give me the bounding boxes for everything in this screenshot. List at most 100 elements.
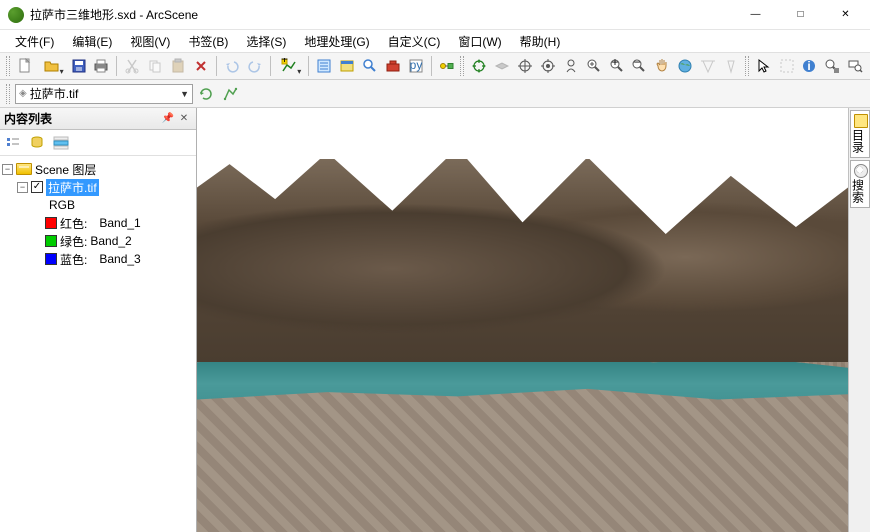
find-button[interactable]	[821, 55, 843, 77]
menu-window[interactable]: 窗口(W)	[449, 31, 510, 52]
print-button[interactable]	[91, 55, 113, 77]
menu-view[interactable]: 视图(V)	[121, 31, 179, 52]
separator	[116, 56, 117, 76]
toolbar-grip[interactable]	[745, 56, 749, 76]
select-features-button[interactable]	[753, 55, 775, 77]
layer-node[interactable]: − ✓ 拉萨市.tif	[2, 178, 194, 196]
paste-button[interactable]	[167, 55, 189, 77]
rgb-node: RGB	[2, 196, 194, 214]
undo-button[interactable]	[221, 55, 243, 77]
green-swatch-icon	[45, 235, 57, 247]
toolbox-button[interactable]	[382, 55, 404, 77]
band-row: 蓝色: Band_3	[2, 250, 194, 268]
toolbar-grip[interactable]	[6, 56, 10, 76]
toc-panel: 内容列表 📌 ✕ − Scene 图层 − ✓ 拉萨市.tif RGB	[0, 108, 197, 532]
band-name: Band_2	[90, 234, 131, 248]
scene-layers-label: Scene 图层	[35, 161, 96, 178]
cut-button[interactable]	[121, 55, 143, 77]
toc-list-by-drawing-button[interactable]	[4, 134, 22, 152]
layer-name-label[interactable]: 拉萨市.tif	[46, 179, 99, 196]
navigate-button[interactable]	[468, 55, 490, 77]
identify-button[interactable]: i	[798, 55, 820, 77]
zoom-in-button[interactable]: +	[606, 55, 628, 77]
toc-close-button[interactable]: ✕	[176, 111, 192, 127]
find-features-button[interactable]	[844, 55, 866, 77]
menu-bookmark[interactable]: 书签(B)	[179, 31, 237, 52]
set-observer-button[interactable]	[560, 55, 582, 77]
layer-selector-text: 拉萨市.tif	[30, 85, 180, 102]
maximize-button[interactable]: □	[778, 1, 823, 29]
toc-button[interactable]	[313, 55, 335, 77]
toc-list-by-selection-button[interactable]	[52, 134, 70, 152]
svg-text:i: i	[808, 59, 811, 73]
zoom-out-button[interactable]: −	[628, 55, 650, 77]
catalog-tab[interactable]: 目录	[850, 110, 870, 158]
rgb-label: RGB	[49, 198, 75, 212]
separator	[216, 56, 217, 76]
add-data-button[interactable]: +	[275, 55, 305, 77]
band-name: Band_1	[99, 216, 140, 230]
scene-viewport[interactable]	[197, 108, 848, 532]
right-rail: 目录 搜索	[848, 108, 870, 532]
python-window-button[interactable]: py	[405, 55, 427, 77]
new-document-button[interactable]	[14, 55, 36, 77]
menu-geoprocessing[interactable]: 地理处理(G)	[295, 31, 378, 52]
scene-layers-node[interactable]: − Scene 图层	[2, 160, 194, 178]
close-button[interactable]: ✕	[823, 1, 868, 29]
menu-bar: 文件(F) 编辑(E) 视图(V) 书签(B) 选择(S) 地理处理(G) 自定…	[0, 30, 870, 52]
band-label: 绿色:	[60, 233, 87, 250]
layer-selector[interactable]: ◈ 拉萨市.tif ▼	[15, 84, 193, 104]
app-icon	[8, 7, 24, 23]
narrow-fov-button[interactable]	[720, 55, 742, 77]
band-label: 红色:	[60, 215, 87, 232]
toc-pin-button[interactable]: 📌	[160, 111, 176, 127]
toc-list-by-source-button[interactable]	[28, 134, 46, 152]
refresh-layers-button[interactable]	[195, 83, 217, 105]
catalog-window-button[interactable]	[336, 55, 358, 77]
clear-selection-button[interactable]	[776, 55, 798, 77]
minimize-button[interactable]: —	[733, 1, 778, 29]
collapse-icon[interactable]: −	[17, 182, 28, 193]
zoom-to-target-button[interactable]	[537, 55, 559, 77]
fly-button[interactable]	[491, 55, 513, 77]
open-attribute-table-button[interactable]	[219, 83, 241, 105]
main-toolbar: + py + − i	[0, 52, 870, 80]
pan-button[interactable]	[651, 55, 673, 77]
layer-visibility-checkbox[interactable]: ✓	[31, 181, 43, 193]
center-on-target-button[interactable]	[514, 55, 536, 77]
toolbar-grip[interactable]	[460, 56, 464, 76]
redo-button[interactable]	[244, 55, 266, 77]
menu-help[interactable]: 帮助(H)	[511, 31, 570, 52]
expand-fov-button[interactable]	[697, 55, 719, 77]
layer-diamond-icon: ◈	[19, 88, 27, 99]
svg-text:+: +	[611, 58, 618, 69]
collapse-icon[interactable]: −	[2, 164, 13, 175]
zoom-in-out-button[interactable]	[583, 55, 605, 77]
workspace: 内容列表 📌 ✕ − Scene 图层 − ✓ 拉萨市.tif RGB	[0, 108, 870, 532]
full-extent-button[interactable]	[674, 55, 696, 77]
toc-tree: − Scene 图层 − ✓ 拉萨市.tif RGB 红色: Band_1	[0, 156, 196, 532]
terrain-render	[197, 108, 848, 532]
copy-button[interactable]	[144, 55, 166, 77]
band-row: 绿色: Band_2	[2, 232, 194, 250]
band-row: 红色: Band_1	[2, 214, 194, 232]
title-bar: 拉萨市三维地形.sxd - ArcScene — □ ✕	[0, 0, 870, 30]
menu-file[interactable]: 文件(F)	[6, 31, 63, 52]
model-builder-button[interactable]	[436, 55, 458, 77]
band-label: 蓝色:	[60, 251, 87, 268]
scene-icon	[16, 163, 32, 175]
delete-button[interactable]	[190, 55, 212, 77]
svg-text:−: −	[634, 58, 641, 69]
svg-text:py: py	[409, 58, 422, 72]
red-swatch-icon	[45, 217, 57, 229]
search-tab[interactable]: 搜索	[850, 160, 870, 208]
menu-edit[interactable]: 编辑(E)	[63, 31, 121, 52]
search-window-button[interactable]	[359, 55, 381, 77]
menu-customize[interactable]: 自定义(C)	[379, 31, 450, 52]
toolbar-grip[interactable]	[6, 84, 10, 104]
band-name: Band_3	[99, 252, 140, 266]
menu-select[interactable]: 选择(S)	[237, 31, 295, 52]
layer-toolbar: ◈ 拉萨市.tif ▼	[0, 80, 870, 108]
save-button[interactable]	[68, 55, 90, 77]
open-button[interactable]	[37, 55, 67, 77]
